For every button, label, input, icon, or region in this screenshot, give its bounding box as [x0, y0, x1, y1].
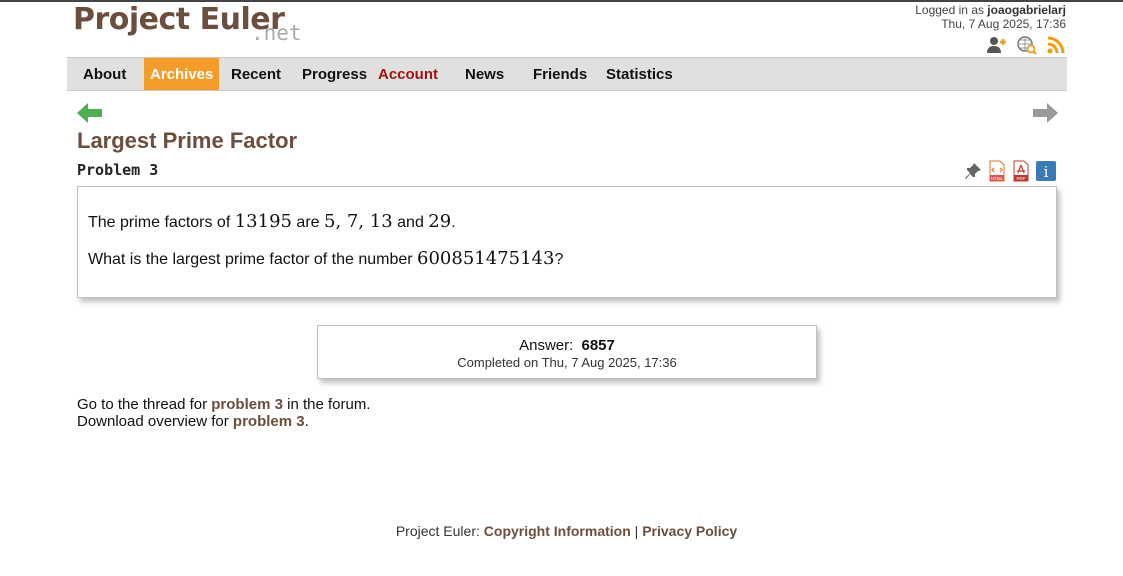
nav-friends[interactable]: Friends — [533, 58, 587, 90]
link-suffix: . — [304, 413, 309, 430]
nav-archives[interactable]: Archives — [144, 58, 220, 90]
math-number: 29 — [428, 211, 452, 232]
download-overview-link[interactable]: problem 3 — [233, 413, 305, 430]
previous-problem-arrow-icon[interactable] — [77, 102, 103, 129]
add-friend-icon[interactable] — [986, 35, 1008, 55]
pdf-file-icon[interactable]: PDF — [1012, 160, 1030, 187]
link-suffix: in the forum. — [282, 396, 371, 413]
problem-content: The prime factors of 13195 are 5, 7, 13 … — [77, 186, 1057, 298]
answer-line: Answer: 6857 — [318, 337, 816, 354]
math-number: 600851475143 — [417, 248, 555, 269]
problem-statement-line-2: What is the largest prime factor of the … — [88, 248, 563, 269]
statement-text: ? — [554, 251, 564, 268]
forum-link-line: Go to the thread for problem 3 in the fo… — [77, 396, 370, 413]
statement-text: are — [291, 214, 324, 231]
forum-thread-link[interactable]: problem 3 — [211, 396, 283, 413]
link-prefix: Go to the thread for — [77, 396, 212, 413]
nav-progress[interactable]: Progress — [302, 58, 367, 90]
header-icons — [986, 35, 1068, 55]
statement-text: The prime factors of — [88, 214, 235, 231]
current-datetime: Thu, 7 Aug 2025, 17:36 — [941, 17, 1066, 31]
nav-recent[interactable]: Recent — [231, 58, 281, 90]
footer-prefix: Project Euler: — [395, 523, 484, 539]
username[interactable]: joaogabrielarj — [987, 3, 1066, 17]
download-link-line: Download overview for problem 3. — [77, 413, 370, 430]
copyright-link[interactable]: Copyright Information — [484, 523, 631, 539]
footer-separator: | — [630, 523, 643, 539]
problem-number: Problem 3 — [77, 161, 159, 179]
login-info: Logged in as joaogabrielarj Thu, 7 Aug 2… — [915, 3, 1066, 31]
link-prefix: Download overview for — [77, 413, 233, 430]
problem-statement-line-1: The prime factors of 13195 are 5, 7, 13 … — [88, 211, 456, 232]
answer-label: Answer: — [519, 337, 574, 354]
nav-account[interactable]: Account — [378, 58, 438, 90]
rss-feed-icon[interactable] — [1046, 35, 1068, 55]
main-nav: About Archives Recent Progress Account N… — [67, 57, 1067, 91]
info-icon[interactable]: i — [1036, 161, 1056, 186]
math-number: 13195 — [234, 211, 292, 232]
info-icon-label: i — [1044, 163, 1049, 181]
html-icon-label: HTML — [991, 176, 1004, 181]
answer-value: 6857 — [581, 337, 615, 354]
problem-links: Go to the thread for problem 3 in the fo… — [77, 396, 370, 430]
problem-icons: HTML PDF i — [964, 160, 1056, 187]
login-prefix: Logged in as — [915, 3, 988, 17]
statement-text: . — [451, 214, 456, 231]
pin-icon[interactable] — [964, 162, 982, 185]
nav-statistics[interactable]: Statistics — [606, 58, 673, 90]
math-factors: 5, 7, 13 — [324, 211, 393, 232]
problem-title: Largest Prime Factor — [77, 128, 298, 153]
nav-news[interactable]: News — [465, 58, 504, 90]
globe-search-icon[interactable] — [1016, 35, 1038, 55]
nav-about[interactable]: About — [83, 58, 126, 90]
footer: Project Euler: Copyright Information | P… — [0, 523, 1123, 539]
site-logo-suffix: .net — [251, 21, 302, 45]
html-file-icon[interactable]: HTML — [988, 160, 1006, 187]
pdf-icon-label: PDF — [1017, 176, 1026, 181]
statement-text: and — [392, 214, 429, 231]
completed-timestamp: Completed on Thu, 7 Aug 2025, 17:36 — [457, 355, 677, 370]
next-problem-arrow-icon[interactable] — [1032, 102, 1058, 129]
answer-box: Answer: 6857 Completed on Thu, 7 Aug 202… — [317, 325, 817, 379]
statement-text: What is the largest prime factor of the … — [88, 251, 418, 268]
privacy-policy-link[interactable]: Privacy Policy — [642, 523, 737, 539]
